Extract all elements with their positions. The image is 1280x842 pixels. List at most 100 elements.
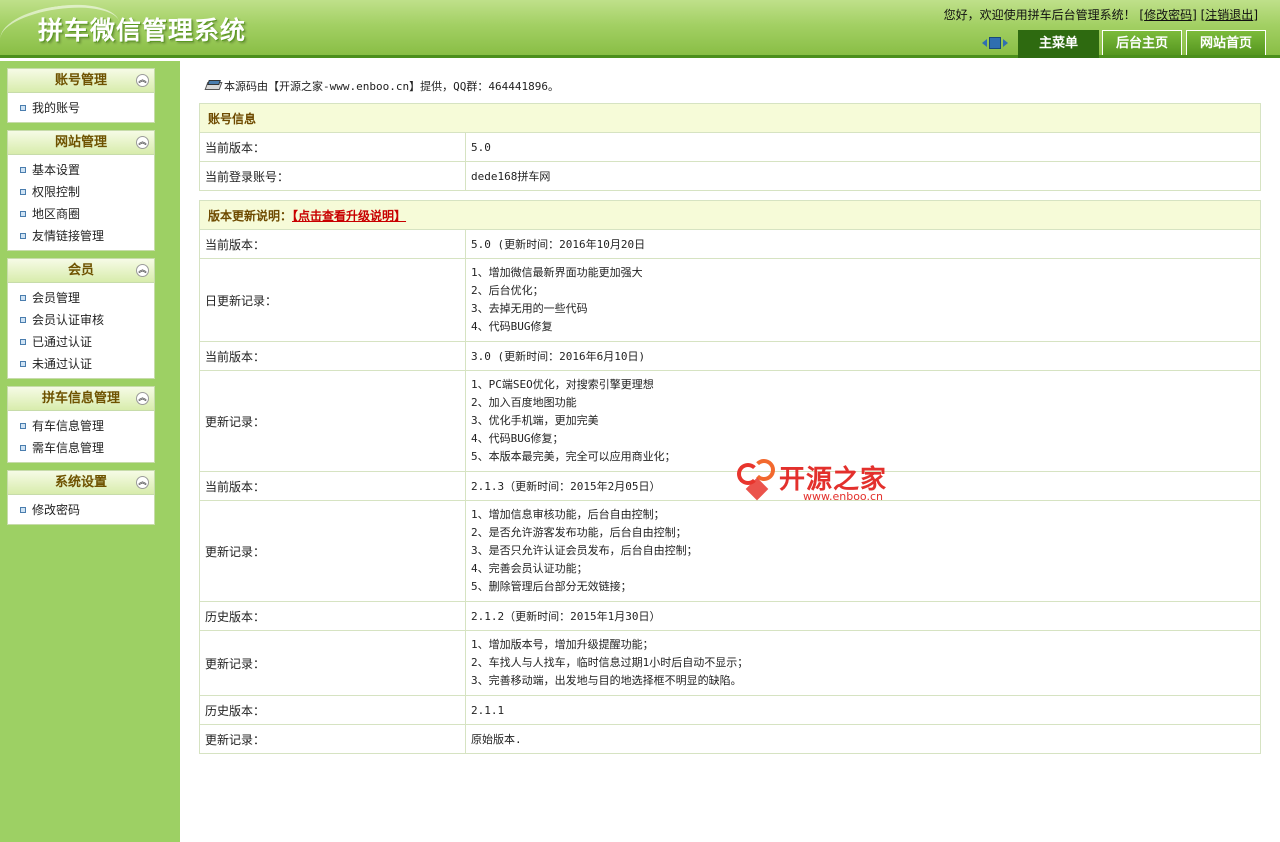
sidebar-toggle-icon[interactable] [982,36,1008,50]
row-label: 历史版本： [199,601,466,631]
welcome-suffix: ] [1253,8,1258,22]
row-label: 当前版本： [199,132,466,162]
top-header: 拼车微信管理系统 您好，欢迎使用拼车后台管理系统！ [修改密码] [注销退出] … [0,0,1280,65]
collapse-up-icon[interactable]: ︽ [136,264,149,277]
record-line: 5、删除管理后台部分无效链接； [471,580,632,593]
table-row: 更新记录： 1、增加版本号，增加升级提醒功能； 2、车找人与人找车，临时信息过期1小… [199,630,1261,696]
row-label: 当前版本： [199,471,466,501]
menu-group-title[interactable]: 账号管理 ︽ [8,69,154,93]
menu-group-title[interactable]: 拼车信息管理 ︽ [8,387,154,411]
record-line: 1、增加信息审核功能，后台自由控制； [471,508,665,521]
logout-link[interactable]: 注销退出 [1205,8,1253,22]
record-line: 5.0 (更新时间：2016年10月20日 [471,238,646,251]
menu-group-title[interactable]: 系统设置 ︽ [8,471,154,495]
record-line: 1、增加版本号，增加升级提醒功能； [471,638,654,651]
table-row: 当前版本： 2.1.3（更新时间：2015年2月05日） [199,471,1261,501]
source-note: 本源码由【开源之家-www.enboo.cn】提供，QQ群：464441896。 [204,78,559,94]
table-row: 当前版本： 5.0 (更新时间：2016年10月20日 [199,229,1261,259]
sidebar-item-basic-settings[interactable]: 基本设置 [8,159,154,181]
record-line: 1、PC端SEO优化，对搜索引擎更理想 [471,378,654,391]
menu-group-title[interactable]: 网站管理 ︽ [8,131,154,155]
record-line: 3.0 (更新时间：2016年6月10日) [471,350,646,363]
record-line: 3、去掉无用的一些代码 [471,302,588,315]
change-password-link[interactable]: 修改密码 [1144,8,1192,22]
row-value: 1、PC端SEO优化，对搜索引擎更理想 2、加入百度地图功能 3、优化手机端，更加完… [465,370,1261,472]
row-label: 当前登录账号： [199,161,466,191]
version-updates-heading: 版本更新说明：【点击查看升级说明】 [199,200,1261,230]
bullet-icon [20,361,26,367]
bullet-icon [20,423,26,429]
main-content: 本源码由【开源之家-www.enboo.cn】提供，QQ群：464441896。… [180,61,1280,842]
record-line: 2、加入百度地图功能 [471,396,577,409]
sidebar-item-unverified[interactable]: 未通过认证 [8,353,154,375]
sidebar-item-my-account[interactable]: 我的账号 [8,97,154,119]
book-icon [204,80,223,91]
menu-group-members: 会员 ︽ 会员管理 会员认证审核 已通过认证 未通过认证 [7,258,155,379]
table-row: 更新记录： 1、PC端SEO优化，对搜索引擎更理想 2、加入百度地图功能 3、优化手机… [199,370,1261,472]
row-value: 1、增加微信最新界面功能更加强大 2、后台优化； 3、去掉无用的一些代码 4、代码BU… [465,258,1261,342]
tab-site-home[interactable]: 网站首页 [1186,30,1266,55]
tab-admin-home[interactable]: 后台主页 [1102,30,1182,55]
welcome-separator: ] [ [1192,8,1206,22]
bullet-icon [20,167,26,173]
sidebar-item-verified[interactable]: 已通过认证 [8,331,154,353]
sidebar-item-has-car[interactable]: 有车信息管理 [8,415,154,437]
row-value: 5.0 [465,132,1261,162]
welcome-text: 您好，欢迎使用拼车后台管理系统！ [ [943,8,1145,22]
row-value: 5.0 (更新时间：2016年10月20日 [465,229,1261,259]
bullet-icon [20,507,26,513]
row-value: 2.1.1 [465,695,1261,725]
table-row: 历史版本： 2.1.1 [199,695,1261,725]
menu-group-site: 网站管理 ︽ 基本设置 权限控制 地区商圈 友情链接管理 [7,130,155,251]
sidebar-item-permissions[interactable]: 权限控制 [8,181,154,203]
menu-group-carpool: 拼车信息管理 ︽ 有车信息管理 需车信息管理 [7,386,155,463]
collapse-up-icon[interactable]: ︽ [136,392,149,405]
welcome-bar: 您好，欢迎使用拼车后台管理系统！ [修改密码] [注销退出] [944,6,1258,23]
table-row: 更新记录： 原始版本. [199,724,1261,754]
table-row: 当前版本： 5.0 [199,132,1261,162]
watermark-emblem [735,459,781,501]
record-line: 3、是否只允许认证会员发布，后台自由控制； [471,544,698,557]
app-logo: 拼车微信管理系统 [38,16,247,45]
sidebar-item-regions[interactable]: 地区商圈 [8,203,154,225]
table-row: 当前登录账号： dede168拼车网 [199,161,1261,191]
collapse-up-icon[interactable]: ︽ [136,74,149,87]
row-value: dede168拼车网 [465,161,1261,191]
sidebar-item-member-manage[interactable]: 会员管理 [8,287,154,309]
row-value: 2.1.2（更新时间：2015年1月30日） [465,601,1261,631]
row-label: 日更新记录： [199,258,466,342]
row-label: 当前版本： [199,229,466,259]
record-line: 原始版本. [471,733,522,746]
row-label: 更新记录： [199,724,466,754]
bullet-icon [20,295,26,301]
record-line: 2、车找人与人找车，临时信息过期1小时后自动不显示； [471,656,749,669]
record-line: 4、代码BUG修复； [471,432,564,445]
version-updates-table: 版本更新说明：【点击查看升级说明】 当前版本： 5.0 (更新时间：2016年10… [199,200,1261,754]
row-label: 更新记录： [199,370,466,472]
sidebar-item-change-password[interactable]: 修改密码 [8,499,154,521]
record-line: 3、完善移动端，出发地与目的地选择框不明显的缺陷。 [471,674,742,687]
bullet-icon [20,189,26,195]
bullet-icon [20,211,26,217]
table-row: 历史版本： 2.1.2（更新时间：2015年1月30日） [199,601,1261,631]
collapse-up-icon[interactable]: ︽ [136,476,149,489]
menu-group-system: 系统设置 ︽ 修改密码 [7,470,155,525]
sidebar-item-friend-links[interactable]: 友情链接管理 [8,225,154,247]
collapse-up-icon[interactable]: ︽ [136,136,149,149]
sidebar: 账号管理 ︽ 我的账号 网站管理 ︽ 基本设置 权限控制 地区商圈 友情链接管理 会… [0,61,180,842]
record-line: 3、优化手机端，更加完美 [471,414,599,427]
row-label: 历史版本： [199,695,466,725]
bullet-icon [20,445,26,451]
menu-group-title[interactable]: 会员 ︽ [8,259,154,283]
table-row: 当前版本： 3.0 (更新时间：2016年6月10日) [199,341,1261,371]
menu-group-account: 账号管理 ︽ 我的账号 [7,68,155,123]
row-label: 当前版本： [199,341,466,371]
sidebar-item-member-verify[interactable]: 会员认证审核 [8,309,154,331]
record-line: 2、是否允许游客发布功能，后台自由控制； [471,526,687,539]
record-line: 2、后台优化； [471,284,544,297]
bullet-icon [20,233,26,239]
tab-main-menu[interactable]: 主菜单 [1018,30,1099,58]
bullet-icon [20,317,26,323]
upgrade-notes-link[interactable]: 【点击查看升级说明】 [292,209,406,223]
sidebar-item-need-car[interactable]: 需车信息管理 [8,437,154,459]
